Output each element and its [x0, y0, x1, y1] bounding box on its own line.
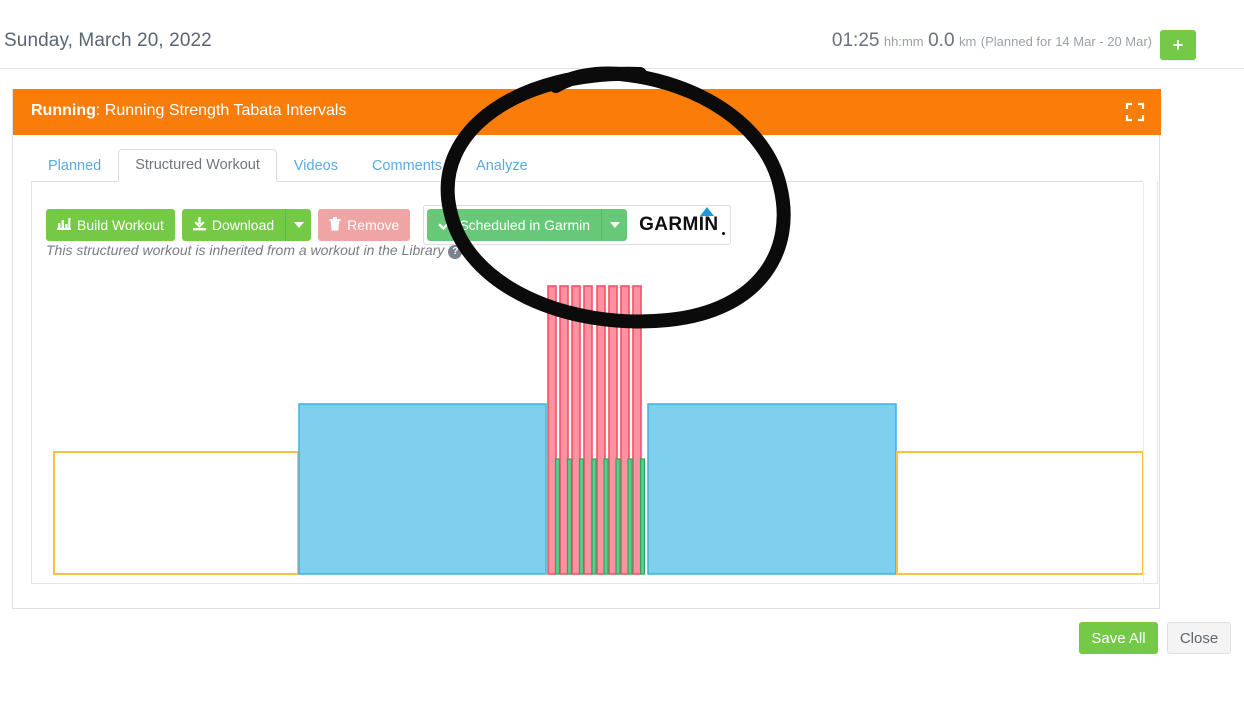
garmin-logo-text: GARMIN	[639, 214, 719, 235]
question-mark-icon[interactable]: ?	[448, 245, 463, 259]
scheduled-in-garmin-button[interactable]: Scheduled in Garmin	[427, 209, 602, 241]
interval-hard-8	[632, 285, 642, 575]
interval-recovery-4	[591, 458, 597, 575]
download-caret-down-icon[interactable]	[285, 209, 312, 241]
structured-workout-panel: Build Workout Download Remove Scheduled …	[31, 182, 1158, 584]
save-all-button[interactable]: Save All	[1079, 622, 1158, 654]
garmin-triangle-icon	[699, 207, 714, 216]
workout-sport-label: Running	[31, 102, 96, 119]
interval-hard-4	[583, 285, 593, 575]
chart-segment-cooldown	[896, 451, 1144, 575]
close-button[interactable]: Close	[1167, 622, 1231, 654]
interval-recovery-5	[603, 458, 609, 575]
download-split-button: Download	[181, 209, 312, 241]
download-icon	[192, 217, 206, 233]
interval-recovery-1	[554, 458, 561, 575]
app-root: Sunday, March 20, 2022 01:25 hh:mm 0.0 k…	[0, 0, 1244, 701]
inherited-workout-text: This structured workout is inherited fro…	[46, 242, 445, 258]
garmin-schedule-group: Scheduled in Garmin GARMIN	[423, 205, 731, 245]
scheduled-in-garmin-label: Scheduled in Garmin	[459, 217, 591, 233]
download-button[interactable]: Download	[181, 209, 286, 241]
panel-scroll-rail[interactable]	[1143, 182, 1157, 583]
planned-distance-unit: km	[958, 34, 977, 49]
add-workout-button[interactable]: +	[1160, 30, 1196, 60]
check-icon	[438, 218, 454, 232]
remove-button[interactable]: Remove	[318, 209, 411, 241]
garmin-registered-dot	[721, 232, 725, 235]
day-summary-stats: 01:25 hh:mm 0.0 km (Planned for 14 Mar -…	[832, 30, 1152, 52]
tab-videos[interactable]: Videos	[277, 150, 355, 182]
interval-hard-1	[547, 285, 557, 575]
workout-name-label: Running Strength Tabata Intervals	[104, 102, 347, 119]
workout-card-header: Running: Running Strength Tabata Interva…	[13, 89, 1161, 135]
interval-recovery-8	[639, 458, 646, 575]
day-header-bar: Sunday, March 20, 2022 01:25 hh:mm 0.0 k…	[0, 0, 1244, 69]
interval-recovery-2	[566, 458, 573, 575]
workout-chart-svg	[53, 285, 1148, 575]
chart-segment-warmup	[53, 451, 299, 575]
bar-chart-icon	[57, 217, 71, 233]
build-workout-label: Build Workout	[77, 217, 164, 233]
workout-title: Running: Running Strength Tabata Interva…	[31, 102, 346, 120]
planned-week-note: (Planned for 14 Mar - 20 Mar)	[980, 34, 1152, 49]
chart-segment-steady-1	[298, 403, 547, 575]
download-label: Download	[211, 217, 275, 233]
garmin-logo: GARMIN	[635, 207, 726, 236]
chart-segment-intervals	[547, 285, 646, 575]
remove-label: Remove	[347, 217, 400, 233]
workout-title-separator: :	[95, 102, 105, 119]
scheduled-caret-down-icon[interactable]	[601, 209, 628, 241]
tab-structured-workout[interactable]: Structured Workout	[118, 149, 277, 182]
workout-profile-chart	[33, 272, 1158, 582]
scheduled-split-button: Scheduled in Garmin	[427, 209, 628, 241]
chart-segment-steady-2	[647, 403, 897, 575]
page-title: Sunday, March 20, 2022	[4, 30, 212, 51]
interval-recovery-6	[615, 458, 621, 575]
plus-icon: +	[1172, 35, 1184, 55]
inherited-workout-note: This structured workout is inherited fro…	[46, 242, 463, 259]
interval-recovery-3	[578, 458, 585, 575]
tab-planned[interactable]: Planned	[31, 150, 118, 182]
trash-icon	[329, 217, 341, 233]
planned-duration-unit: hh:mm	[883, 34, 924, 49]
expand-fullscreen-icon[interactable]	[1125, 102, 1145, 122]
workout-toolbar: Build Workout Download Remove Scheduled …	[46, 205, 731, 245]
workout-card: Running: Running Strength Tabata Interva…	[12, 89, 1161, 609]
tab-comments[interactable]: Comments	[355, 150, 459, 182]
interval-hard-3	[571, 285, 581, 575]
interval-hard-2	[559, 285, 569, 575]
workout-tabs: Planned Structured Workout Videos Commen…	[31, 149, 1143, 182]
build-workout-button[interactable]: Build Workout	[46, 209, 175, 241]
interval-recovery-7	[627, 458, 633, 575]
tab-analyze[interactable]: Analyze	[459, 150, 545, 182]
planned-duration-value: 01:25	[831, 30, 880, 51]
planned-distance-value: 0.0	[928, 30, 955, 51]
